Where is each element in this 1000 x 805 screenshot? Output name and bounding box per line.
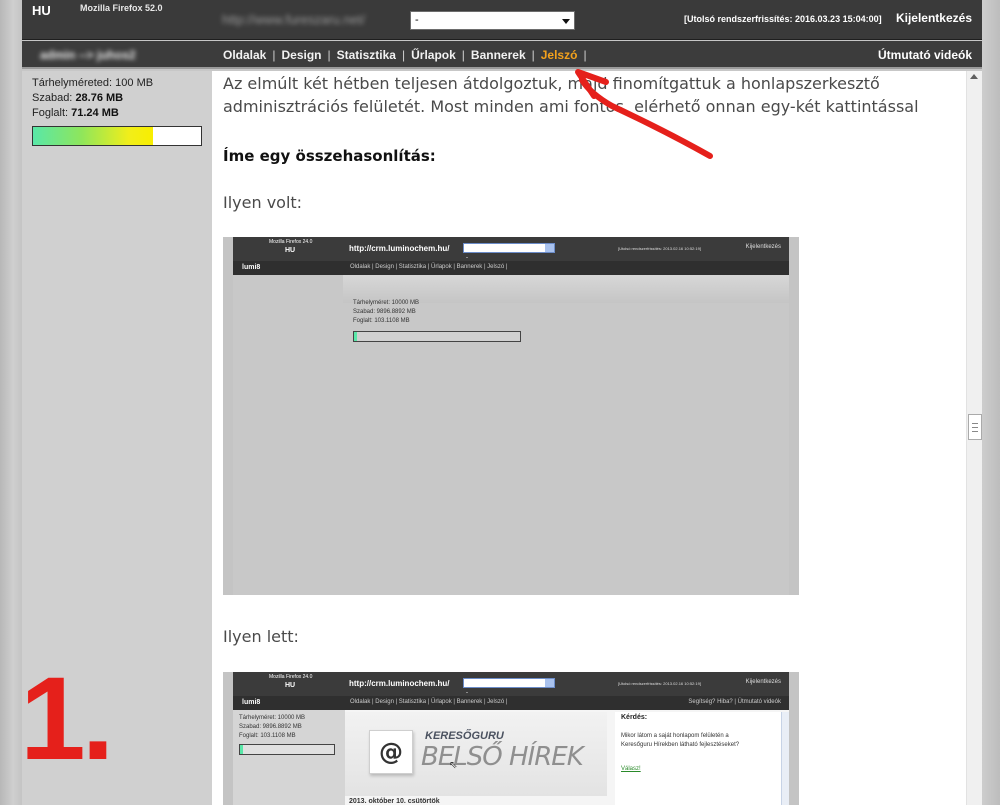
- scroll-up-icon[interactable]: [970, 74, 978, 79]
- main-menu: Oldalak | Design | Statisztika | Űrlapok…: [223, 48, 593, 62]
- top-bar: HU Mozilla Firefox 52.0 http://www.fures…: [22, 0, 982, 40]
- menu-item-statisztika[interactable]: Statisztika: [337, 48, 396, 62]
- old-storage-line: Tárhelyméret: 10000 MB: [353, 300, 420, 306]
- answer-link: Válasz!: [621, 766, 641, 772]
- new-url: http://crm.luminochem.hu/: [349, 679, 450, 688]
- storage-info: Tárhelyméreted: 100 MB Szabad: 28.76 MB …: [32, 76, 153, 121]
- new-storage-bar: [239, 744, 335, 755]
- new-browser-info: Mozilla Firefox 24.0: [269, 674, 313, 680]
- storage-usage-bar: [32, 126, 202, 146]
- new-left-panel: Tárhelyméret: 10000 MB Szabad: 9896.8892…: [233, 710, 345, 805]
- storage-free-value: 28.76 MB: [75, 92, 124, 104]
- site-select-value: -: [415, 14, 419, 26]
- question-box: Kérdés: Mikor látom a saját honlapom fel…: [615, 712, 789, 805]
- chevron-down-icon: [545, 679, 554, 687]
- guide-videos-link[interactable]: Útmutató videók: [878, 48, 972, 62]
- new-storage-line: Tárhelyméret: 10000 MB: [239, 715, 306, 721]
- main-content: Az elmúlt két hétben teljesen átdolgoztu…: [212, 71, 966, 805]
- page-left-shade: [0, 0, 22, 805]
- menu-separator: |: [583, 48, 587, 62]
- new-select: -: [463, 678, 555, 696]
- old-storage: Tárhelyméret: 10000 MB Szabad: 9896.8892…: [353, 299, 419, 326]
- current-user: admin --> juhos2: [40, 48, 136, 62]
- old-refresh: [Utolsó rendszerfrissítés: 2013.02.16 10…: [618, 246, 701, 251]
- language-indicator: HU: [32, 3, 51, 18]
- menu-separator: |: [461, 48, 465, 62]
- menu-item-oldalak[interactable]: Oldalak: [223, 48, 266, 62]
- new-refresh: [Utolsó rendszerfrissítés: 2013.02.16 10…: [618, 681, 701, 686]
- menu-separator: |: [272, 48, 276, 62]
- storage-size-value: 100 MB: [115, 77, 154, 89]
- question-scrollbar: [781, 712, 789, 805]
- storage-used-value: 71.24 MB: [71, 107, 119, 119]
- news-date: 2013. október 10. csütörtök: [349, 798, 440, 805]
- old-storage-line: Szabad: 9896.8892 MB: [353, 309, 416, 315]
- old-ui-screenshot: Mozilla Firefox 24.0 HU http://crm.lumin…: [223, 237, 799, 595]
- banner-brand: KERESŐGURU: [425, 730, 504, 742]
- old-select: -: [463, 243, 555, 261]
- menu-item-bannerek[interactable]: Bannerek: [471, 48, 526, 62]
- after-label: Ilyen lett:: [223, 627, 299, 646]
- mouse-cursor-icon: ⇖: [449, 760, 458, 771]
- banner-title: BELSŐ HÍREK: [421, 742, 584, 772]
- question-text: Mikor látom a saját honlapom felületén a…: [621, 733, 740, 748]
- new-nav: lumi8 Oldalak | Design | Statisztika | Ű…: [233, 696, 789, 710]
- page-scrollbar[interactable]: [966, 71, 982, 805]
- comparison-heading: Íme egy összehasonlítás:: [223, 147, 436, 165]
- chevron-down-icon: [562, 19, 570, 24]
- old-storage-line: Foglalt: 103.1108 MB: [353, 318, 410, 324]
- old-menu: Oldalak | Design | Statisztika | Űrlapok…: [350, 264, 508, 270]
- before-label: Ilyen volt:: [223, 193, 303, 212]
- news-banner: @ KERESŐGURU BELSŐ HÍREK ⇖: [345, 712, 607, 796]
- annotation-number: 1.: [20, 653, 114, 785]
- old-lang: HU: [285, 247, 296, 254]
- menu-item-jelszo[interactable]: Jelszó: [541, 48, 578, 62]
- storage-usage-fill: [33, 127, 153, 145]
- menu-separator: |: [401, 48, 406, 62]
- storage-free-label: Szabad:: [32, 92, 73, 104]
- site-select[interactable]: -: [410, 11, 575, 30]
- annotation-arrow-icon: [575, 69, 713, 159]
- new-storage-line: Foglalt: 103.1108 MB: [239, 733, 296, 739]
- new-menu: Oldalak | Design | Statisztika | Űrlapok…: [350, 699, 508, 705]
- question-label: Kérdés:: [621, 714, 648, 721]
- new-logout: Kijelentkezés: [745, 679, 781, 685]
- menu-separator: |: [327, 48, 331, 62]
- new-main: @ KERESŐGURU BELSŐ HÍREK ⇖ 2013. október…: [345, 710, 789, 805]
- chevron-down-icon: [545, 244, 554, 252]
- new-storage: Tárhelyméret: 10000 MB Szabad: 9896.8892…: [239, 714, 305, 741]
- at-sign-icon: @: [369, 730, 413, 774]
- new-topbar: Mozilla Firefox 24.0 HU http://crm.lumin…: [233, 672, 789, 696]
- last-refresh: [Utolsó rendszerfrissítés: 2016.03.23 15…: [684, 14, 882, 24]
- menu-item-urlapok[interactable]: Űrlapok: [411, 48, 456, 62]
- logout-link[interactable]: Kijelentkezés: [896, 11, 972, 25]
- old-storage-bar-fill: [354, 332, 357, 341]
- old-logout: Kijelentkezés: [745, 244, 781, 250]
- menu-item-design[interactable]: Design: [281, 48, 321, 62]
- new-storage-bar-fill: [240, 745, 243, 754]
- old-user: lumi8: [242, 264, 261, 271]
- browser-info: Mozilla Firefox 52.0: [80, 3, 163, 13]
- new-ui-screenshot: Mozilla Firefox 24.0 HU http://crm.lumin…: [223, 672, 799, 805]
- old-url: http://crm.luminochem.hu/: [349, 244, 450, 253]
- old-browser-info: Mozilla Firefox 24.0: [269, 239, 313, 245]
- old-nav: lumi8 Oldalak | Design | Statisztika | Ű…: [233, 261, 789, 275]
- scrollbar-thumb[interactable]: [968, 414, 982, 440]
- old-topbar: Mozilla Firefox 24.0 HU http://crm.lumin…: [233, 237, 789, 261]
- storage-size-label: Tárhelyméreted:: [32, 77, 113, 89]
- page-right-shade: [982, 0, 1000, 805]
- old-storage-bar: [353, 331, 521, 342]
- site-url[interactable]: http://www.fureszaru.net/: [222, 12, 365, 27]
- new-guide: Segítség? Hiba? | Útmutató videók: [688, 699, 781, 705]
- new-user: lumi8: [242, 699, 261, 706]
- nav-bar: admin --> juhos2 Oldalak | Design | Stat…: [22, 41, 982, 69]
- old-body: Tárhelyméret: 10000 MB Szabad: 9896.8892…: [233, 275, 789, 595]
- new-lang: HU: [285, 682, 296, 689]
- menu-separator: |: [531, 48, 535, 62]
- storage-used-label: Foglalt:: [32, 107, 69, 119]
- new-storage-line: Szabad: 9896.8892 MB: [239, 724, 302, 730]
